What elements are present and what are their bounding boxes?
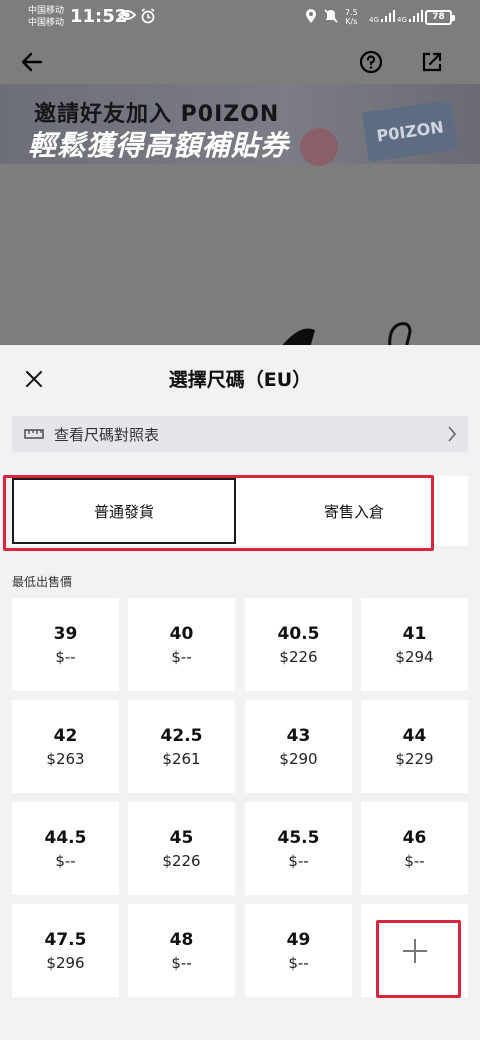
size-option[interactable]: 45.5 $-- [245, 802, 352, 895]
signal-2-icon: 4G [397, 10, 424, 24]
size-value: 48 [169, 929, 194, 950]
size-value: 42.5 [160, 725, 203, 746]
size-chart-label: 查看尺碼對照表 [54, 425, 160, 444]
size-price: $229 [395, 749, 434, 768]
help-icon [359, 50, 383, 74]
back-arrow-icon [21, 52, 43, 72]
chevron-right-icon [448, 426, 457, 442]
size-price: $290 [279, 749, 318, 768]
size-price: $226 [279, 647, 318, 666]
size-price: $-- [55, 647, 76, 666]
promo-banner[interactable]: 邀請好友加入 P0IZON 輕鬆獲得高額補貼券 P0IZON [0, 84, 480, 166]
shipping-method-tabs: 普通發貨 寄售入倉 [12, 476, 468, 546]
carrier-1: 中国移动 [28, 6, 65, 16]
size-option[interactable]: 40.5 $226 [245, 598, 352, 691]
size-option[interactable]: 45 $226 [128, 802, 235, 895]
sheet-header: 選擇尺碼（EU） [0, 345, 480, 409]
share-button[interactable] [410, 40, 454, 84]
size-value: 47.5 [44, 929, 87, 950]
battery-indicator: 78 [425, 10, 455, 25]
size-option[interactable]: 41 $294 [361, 598, 468, 691]
size-price: $294 [395, 647, 434, 666]
lowest-price-label: 最低出售價 [12, 575, 73, 589]
back-button[interactable] [10, 40, 54, 84]
more-sizes-button[interactable] [361, 904, 468, 997]
size-value: 41 [402, 623, 427, 644]
size-price: $296 [46, 953, 85, 972]
share-icon [422, 52, 442, 72]
size-value: 42 [53, 725, 78, 746]
size-option[interactable]: 46 $-- [361, 802, 468, 895]
size-price: $261 [162, 749, 201, 768]
size-value: 44 [402, 725, 427, 746]
plus-icon [402, 938, 427, 963]
size-value: 46 [402, 827, 427, 848]
ruler-icon [24, 429, 44, 439]
product-image-peek [282, 322, 412, 345]
net-speed-unit: K/s [345, 17, 358, 26]
size-value: 49 [286, 929, 311, 950]
banner-decoration [300, 128, 338, 166]
top-navigation [0, 40, 480, 84]
size-option[interactable]: 44.5 $-- [12, 802, 119, 895]
tab-normal-shipping[interactable]: 普通發貨 [12, 478, 236, 544]
size-chart-link[interactable]: 查看尺碼對照表 [12, 416, 468, 452]
mute-icon [323, 8, 339, 28]
size-option[interactable]: 49 $-- [245, 904, 352, 997]
tab-consignment[interactable]: 寄售入倉 [244, 478, 464, 544]
sheet-title: 選擇尺碼（EU） [168, 369, 312, 391]
size-value: 44.5 [44, 827, 87, 848]
size-selection-sheet: 選擇尺碼（EU） 查看尺碼對照表 普通發貨 寄售入倉 最低出售價 39 $-- … [0, 345, 480, 1040]
eye-icon [117, 8, 137, 26]
size-value: 45 [169, 827, 194, 848]
size-option[interactable]: 39 $-- [12, 598, 119, 691]
size-price: $-- [288, 953, 309, 972]
carrier-2: 中国移动 [28, 18, 65, 28]
size-price: $-- [171, 953, 192, 972]
size-value: 40.5 [277, 623, 320, 644]
help-button[interactable] [349, 40, 393, 84]
size-price: $-- [55, 851, 76, 870]
size-price: $226 [162, 851, 201, 870]
carrier-labels: 中国移动 中国移动 [28, 5, 64, 29]
alarm-icon [140, 8, 156, 28]
size-price: $-- [171, 647, 192, 666]
size-option[interactable]: 43 $290 [245, 700, 352, 793]
size-value: 43 [286, 725, 311, 746]
size-option[interactable]: 44 $229 [361, 700, 468, 793]
location-icon [305, 8, 317, 28]
size-value: 39 [53, 623, 78, 644]
size-option[interactable]: 40 $-- [128, 598, 235, 691]
size-price: $-- [404, 851, 425, 870]
signal-1-icon: 4G [369, 10, 396, 24]
banner-logo: P0IZON [361, 99, 459, 163]
size-value: 40 [169, 623, 194, 644]
signal-1-label: 4G [369, 16, 379, 24]
size-option[interactable]: 42 $263 [12, 700, 119, 793]
net-speed-value: 7.5 [345, 8, 358, 17]
signal-2-label: 4G [397, 16, 407, 24]
net-speed: 7.5 K/s [345, 8, 358, 26]
size-option[interactable]: 42.5 $261 [128, 700, 235, 793]
size-price: $263 [46, 749, 85, 768]
size-price: $-- [288, 851, 309, 870]
size-value: 45.5 [277, 827, 320, 848]
banner-line-2: 輕鬆獲得高額補貼券 [28, 129, 290, 162]
size-option[interactable]: 47.5 $296 [12, 904, 119, 997]
size-option[interactable]: 48 $-- [128, 904, 235, 997]
status-bar: 中国移动 中国移动 11:52 7.5 K/s 4G 4G 78 [0, 0, 480, 36]
background-page-overlay: 中国移动 中国移动 11:52 7.5 K/s 4G 4G 78 邀請好友加入 … [0, 0, 480, 345]
